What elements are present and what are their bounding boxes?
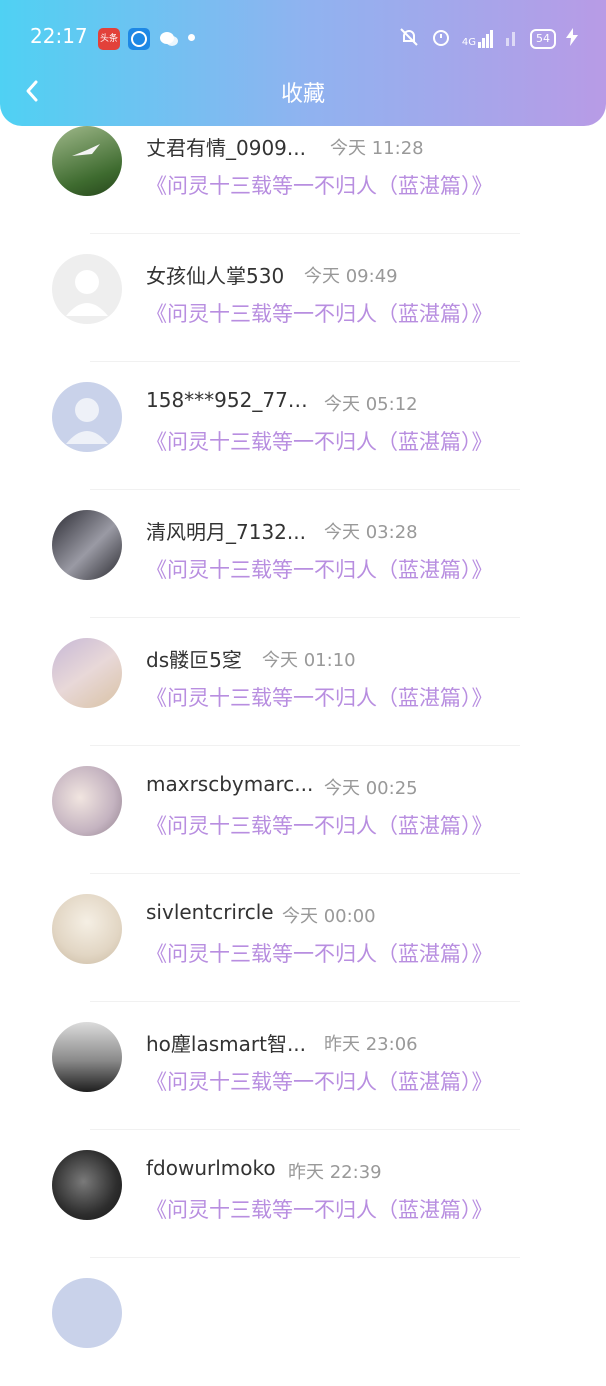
default-avatar-icon [66, 270, 108, 316]
nav-bar: 收藏 [0, 74, 606, 110]
timestamp: 今天 09:49 [304, 266, 398, 287]
avatar[interactable] [52, 1278, 122, 1348]
timestamp: 昨天 22:39 [288, 1162, 382, 1183]
story-link[interactable]: 《问灵十三载等一不归人（蓝湛篇）》 [146, 426, 493, 456]
timestamp: 今天 00:00 [282, 906, 376, 927]
list-item[interactable]: maxrscbymarc... 今天 00:25 《问灵十三载等一不归人（蓝湛篇… [0, 746, 606, 874]
story-link[interactable]: 《问灵十三载等一不归人（蓝湛篇）》 [146, 1066, 493, 1096]
story-link[interactable]: 《问灵十三载等一不归人（蓝湛篇）》 [146, 170, 493, 200]
alarm-clock-icon [430, 26, 452, 52]
list-item[interactable]: ds髅叵5窆 今天 01:10 《问灵十三载等一不归人（蓝湛篇）》 [0, 618, 606, 746]
story-link[interactable]: 《问灵十三载等一不归人（蓝湛篇）》 [146, 298, 493, 328]
timestamp: 今天 01:10 [262, 650, 356, 671]
story-link[interactable]: 《问灵十三载等一不归人（蓝湛篇）》 [146, 938, 493, 968]
charging-icon [566, 28, 578, 50]
user-name[interactable]: maxrscbymarc... [146, 772, 313, 796]
avatar[interactable] [52, 382, 122, 452]
user-name[interactable]: sivlentcrircle [146, 900, 274, 924]
avatar[interactable] [52, 894, 122, 964]
notification-dot-icon [188, 34, 195, 41]
status-indicators: 4G 54 [398, 26, 578, 52]
user-name[interactable]: 158***952_771... [146, 388, 316, 412]
list-item[interactable] [0, 1258, 606, 1386]
user-name[interactable]: fdowurlmoko [146, 1156, 276, 1180]
avatar[interactable] [52, 1150, 122, 1220]
avatar[interactable] [52, 126, 122, 196]
wifi-off-icon [504, 28, 520, 50]
timestamp: 今天 03:28 [324, 522, 418, 543]
user-name[interactable]: 女孩仙人掌530 [146, 260, 284, 289]
battery-icon: 54 [530, 29, 556, 49]
story-link[interactable]: 《问灵十三载等一不归人（蓝湛篇）》 [146, 810, 493, 840]
list-item[interactable]: ho塵lasmart智... 昨天 23:06 《问灵十三载等一不归人（蓝湛篇）… [0, 1002, 606, 1130]
timestamp: 昨天 23:06 [324, 1034, 418, 1055]
timestamp: 今天 11:28 [330, 138, 424, 159]
list-item[interactable]: 清风明月_7132... 今天 03:28 《问灵十三载等一不归人（蓝湛篇）》 [0, 490, 606, 618]
page-title: 收藏 [280, 82, 325, 107]
status-time: 22:17 [30, 24, 88, 48]
avatar[interactable] [52, 254, 122, 324]
app-header: 22:17 头条 4G 54 收藏 [0, 0, 606, 126]
avatar[interactable] [52, 638, 122, 708]
default-avatar-icon [66, 398, 108, 444]
timestamp: 今天 00:25 [324, 778, 418, 799]
user-name[interactable]: 丈君有情_0909... [146, 132, 306, 161]
avatar[interactable] [52, 766, 122, 836]
mute-bell-icon [398, 26, 420, 52]
list-item[interactable]: sivlentcrircle 今天 00:00 《问灵十三载等一不归人（蓝湛篇）… [0, 874, 606, 1002]
signal-4g-icon: 4G [462, 30, 494, 48]
wechat-icon [158, 28, 180, 50]
list-item[interactable]: fdowurlmoko 昨天 22:39 《问灵十三载等一不归人（蓝湛篇）》 [0, 1130, 606, 1258]
story-link[interactable]: 《问灵十三载等一不归人（蓝湛篇）》 [146, 554, 493, 584]
toutiao-app-icon: 头条 [98, 28, 120, 50]
user-name[interactable]: 清风明月_7132... [146, 516, 306, 545]
user-name[interactable]: ho塵lasmart智... [146, 1028, 306, 1057]
status-bar: 22:17 头条 4G 54 [0, 22, 606, 54]
user-name[interactable]: ds髅叵5窆 [146, 644, 242, 673]
story-link[interactable]: 《问灵十三载等一不归人（蓝湛篇）》 [146, 682, 493, 712]
list-item[interactable]: 158***952_771... 今天 05:12 《问灵十三载等一不归人（蓝湛… [0, 362, 606, 490]
list-item[interactable]: 女孩仙人掌530 今天 09:49 《问灵十三载等一不归人（蓝湛篇）》 [0, 234, 606, 362]
avatar[interactable] [52, 510, 122, 580]
timestamp: 今天 05:12 [324, 394, 418, 415]
signal-label: 4G [461, 37, 476, 48]
avatar[interactable] [52, 1022, 122, 1092]
story-link[interactable]: 《问灵十三载等一不归人（蓝湛篇）》 [146, 1194, 493, 1224]
browser-app-icon [128, 28, 150, 50]
